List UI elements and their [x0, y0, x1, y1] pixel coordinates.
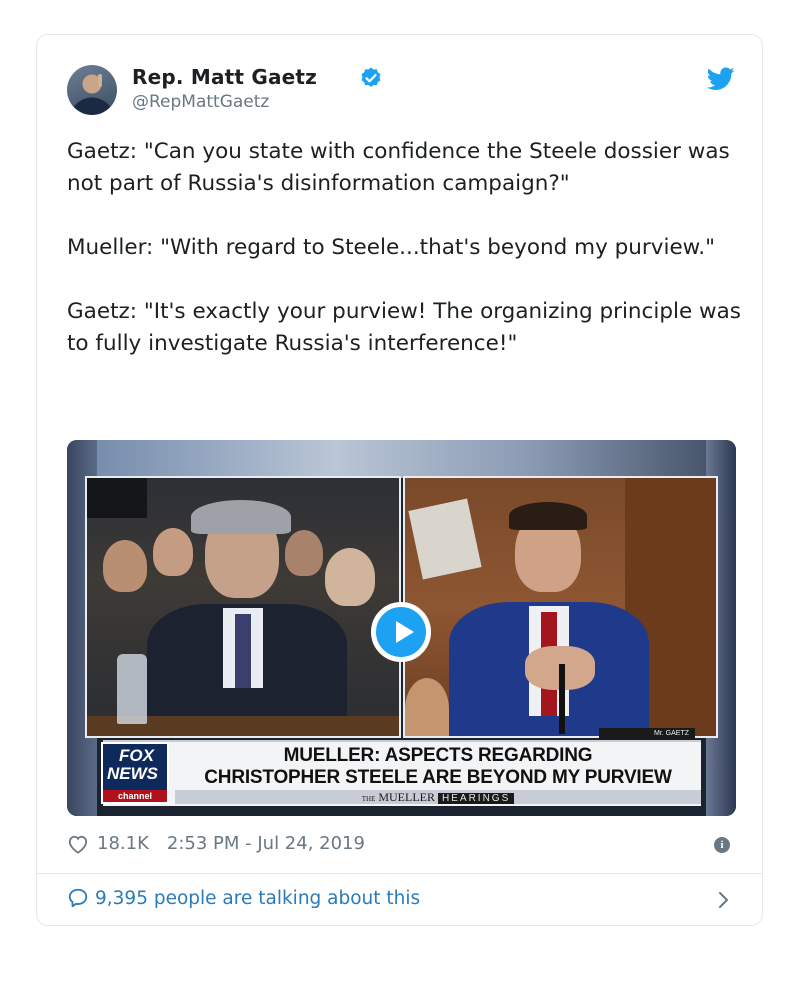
author-name[interactable]: Rep. Matt Gaetz	[132, 65, 317, 89]
play-icon[interactable]	[371, 602, 431, 662]
timestamp[interactable]: 2:53 PM - Jul 24, 2019	[167, 833, 365, 854]
audience-person	[325, 548, 375, 606]
divider	[37, 873, 762, 874]
video-panel-gaetz	[403, 476, 718, 738]
tweet-meta: 18.1K 2:53 PM - Jul 24, 2019	[67, 833, 365, 854]
tweet-text: Gaetz: "Can you state with confidence th…	[67, 139, 741, 356]
chyron-headline-2: CHRISTOPHER STEELE ARE BEYOND MY PURVIEW	[204, 767, 672, 788]
twitter-bird-icon[interactable]	[707, 67, 735, 91]
mueller-tie	[235, 614, 251, 688]
audience-person	[153, 528, 193, 576]
hearing-room-backdrop	[67, 440, 736, 478]
audience-person	[285, 530, 323, 576]
hearing-prefix: THE	[361, 795, 376, 803]
nameplate: Mr. GAETZ	[599, 728, 695, 740]
video-panel-mueller	[85, 476, 401, 738]
info-icon[interactable]: i	[714, 837, 730, 853]
conversation-link[interactable]: 9,395 people are talking about this	[67, 887, 420, 909]
speech-bubble-icon	[68, 888, 88, 908]
audience-person	[103, 540, 147, 592]
like-count[interactable]: 18.1K	[97, 833, 149, 854]
heart-icon[interactable]	[67, 834, 89, 854]
gaetz-hair	[509, 502, 587, 530]
chyron-headline-1: MUELLER: ASPECTS REGARDING	[283, 745, 593, 766]
fox-news-logo: FOX NEWS channel	[101, 742, 169, 804]
verified-icon	[361, 67, 381, 87]
conversation-text: 9,395 people are talking about this	[95, 887, 421, 909]
water-bottle	[117, 654, 147, 724]
fox-logo-line3: channel	[103, 790, 167, 802]
mueller-hair	[191, 500, 291, 534]
camera-equipment	[87, 478, 147, 518]
hearing-banner: THE MUELLER HEARINGS	[175, 790, 701, 804]
author-handle[interactable]: @RepMattGaetz	[132, 92, 269, 112]
video-thumbnail[interactable]: Mr. GAETZ MUELLER: ASPECTS REGARDING CHR…	[67, 440, 736, 816]
chevron-right-icon[interactable]	[717, 890, 731, 910]
papers	[408, 498, 482, 580]
hearing-main: MUELLER	[378, 790, 436, 804]
fox-logo-line1: FOX	[119, 746, 154, 765]
fox-logo-line2: NEWS	[107, 764, 158, 783]
avatar[interactable]	[67, 65, 117, 115]
foreground-head	[405, 678, 449, 736]
tweet-card: Rep. Matt Gaetz @RepMattGaetz Gaetz: "Ca…	[36, 34, 763, 926]
microphone	[559, 664, 565, 734]
hearing-sub: HEARINGS	[438, 793, 515, 804]
